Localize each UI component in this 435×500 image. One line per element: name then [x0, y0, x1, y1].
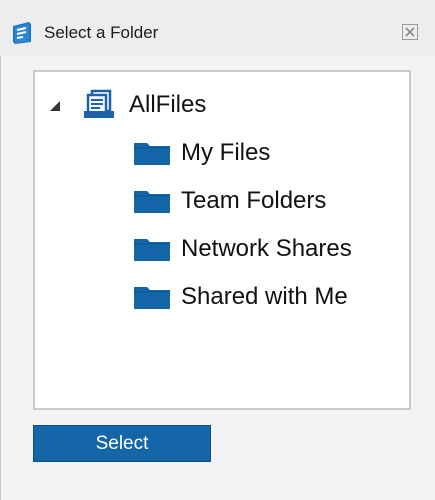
app-logo-icon — [13, 22, 31, 44]
tree-node-shared-with-me[interactable]: Shared with Me — [35, 278, 409, 314]
tree-node-label: My Files — [181, 139, 271, 166]
expand-collapse-icon[interactable] — [49, 100, 61, 112]
window-border — [0, 56, 1, 500]
folder-icon — [134, 287, 170, 309]
tree-node-label: AllFiles — [129, 91, 207, 118]
folder-icon — [134, 143, 170, 165]
dialog-title: Select a Folder — [44, 23, 159, 42]
tree-node-my-files[interactable]: My Files — [35, 134, 409, 170]
folder-tree[interactable]: AllFiles My Files Team Folders Network S… — [33, 70, 411, 410]
tree-node-label: Team Folders — [181, 187, 327, 214]
folder-icon — [134, 191, 170, 213]
select-folder-dialog: Select a Folder AllFiles My Files Team F… — [0, 0, 435, 500]
tree-node-allfiles[interactable]: AllFiles — [35, 86, 409, 122]
tree-node-network-shares[interactable]: Network Shares — [35, 230, 409, 266]
tree-node-team-folders[interactable]: Team Folders — [35, 182, 409, 218]
close-icon[interactable] — [400, 22, 420, 42]
select-button[interactable]: Select — [33, 425, 211, 462]
folder-icon — [134, 239, 170, 261]
tree-node-label: Network Shares — [181, 235, 352, 262]
title-bar: Select a Folder — [0, 0, 435, 56]
files-stack-icon — [84, 89, 114, 118]
tree-node-label: Shared with Me — [181, 283, 348, 310]
